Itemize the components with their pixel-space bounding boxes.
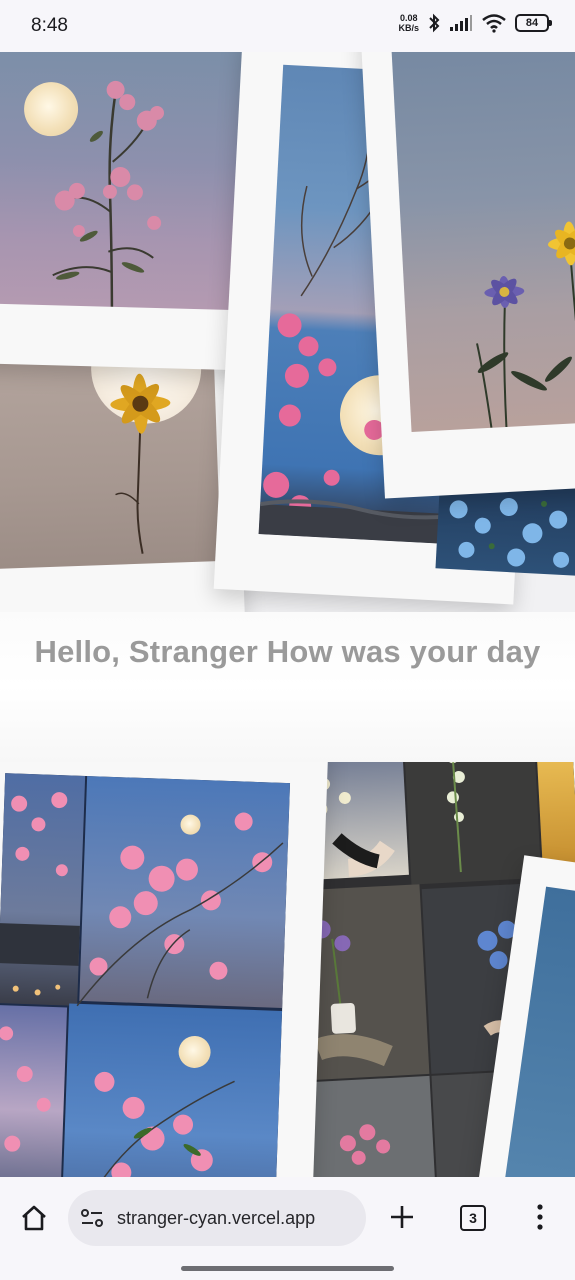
status-icons: 0.08 KB/s 84 [398,13,552,33]
net-speed-unit: KB/s [398,23,419,33]
tabs-icon[interactable]: 3 [460,1205,486,1231]
site-settings-icon[interactable] [80,1207,104,1229]
status-time: 8:48 [31,15,68,36]
tab-count: 3 [469,1210,477,1226]
bluetooth-icon [429,13,440,33]
pink-blossom-moon-collage-photo [0,773,291,1177]
url-text: stranger-cyan.vercel.app [117,1207,316,1228]
address-bar[interactable]: stranger-cyan.vercel.app [68,1190,366,1246]
polaroid-card [0,332,245,627]
net-speed-value: 0.08 [399,13,418,23]
net-speed: 0.08 KB/s [398,13,419,33]
battery-icon: 84 [515,14,552,32]
moon-pink-blossom-photo [0,52,244,311]
browser-toolbar: stranger-cyan.vercel.app 3 [0,1177,575,1280]
battery-level: 84 [525,17,539,29]
yellow-purple-flowers-photo [391,52,575,432]
polaroid-card [359,52,575,499]
polaroid-card [0,735,329,1177]
menu-icon[interactable] [535,1203,545,1231]
wifi-icon [482,14,506,33]
home-icon[interactable] [19,1203,49,1233]
page-tagline: Hello, Stranger How was your day [34,634,541,669]
daisy-moon-photo [0,351,221,569]
sky-partial-photo [504,886,575,1177]
new-tab-icon[interactable] [389,1204,415,1230]
page-content: Hello, Stranger How was your day [0,52,575,1177]
status-bar: 8:48 0.08 KB/s 84 [0,0,575,52]
gesture-bar[interactable] [181,1266,394,1271]
signal-icon [450,15,472,31]
